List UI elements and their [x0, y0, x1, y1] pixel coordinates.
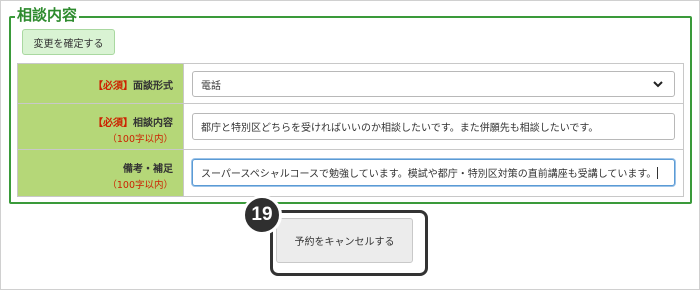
field-label: 備考・補足: [123, 164, 173, 175]
step-number-badge: 19: [242, 195, 282, 235]
form-row-consultation-content: 【必須】相談内容 （100字以内） 都庁と特別区どちらを受ければいいのか相談した…: [18, 103, 683, 149]
select-value: 電話: [201, 80, 221, 92]
text-caret: [657, 166, 659, 179]
field-sublabel: （100字以内）: [107, 134, 173, 145]
required-tag: 【必須】: [93, 81, 133, 92]
value-cell: スーパースペシャルコースで勉強しています。模試や都庁・特別区対策の直前講座も受講…: [184, 150, 683, 196]
interview-format-select[interactable]: 電話: [192, 71, 675, 97]
page-frame: 相談内容 変更を確定する 【必須】面談形式 電話 【必須】相談内容 （100字以…: [0, 0, 700, 290]
field-label: 相談内容: [133, 118, 173, 129]
form-row-interview-format: 【必須】面談形式 電話: [18, 64, 683, 103]
input-value: 都庁と特別区どちらを受ければいいのか相談したいです。また併願先も相談したいです。: [201, 123, 599, 134]
form-table: 【必須】面談形式 電話 【必須】相談内容 （100字以内） 都庁と特別区どちらを…: [17, 63, 684, 197]
label-cell: 備考・補足 （100字以内）: [18, 150, 184, 196]
cancel-reservation-button[interactable]: 予約をキャンセルする: [276, 218, 413, 263]
remarks-input[interactable]: スーパースペシャルコースで勉強しています。模試や都庁・特別区対策の直前講座も受講…: [192, 159, 675, 186]
input-value: スーパースペシャルコースで勉強しています。模試や都庁・特別区対策の直前講座も受講…: [201, 169, 657, 180]
form-row-remarks: 備考・補足 （100字以内） スーパースペシャルコースで勉強しています。模試や都…: [18, 149, 683, 196]
value-cell: 電話: [184, 64, 683, 103]
section-legend: 相談内容: [15, 6, 80, 24]
field-sublabel: （100字以内）: [107, 180, 173, 191]
value-cell: 都庁と特別区どちらを受ければいいのか相談したいです。また併願先も相談したいです。: [184, 104, 683, 149]
chevron-down-icon: [653, 81, 663, 88]
consultation-content-input[interactable]: 都庁と特別区どちらを受ければいいのか相談したいです。また併願先も相談したいです。: [192, 113, 675, 140]
confirm-changes-button[interactable]: 変更を確定する: [22, 29, 115, 55]
label-cell: 【必須】相談内容 （100字以内）: [18, 104, 184, 149]
label-cell: 【必須】面談形式: [18, 64, 184, 103]
required-tag: 【必須】: [93, 118, 133, 129]
field-label: 面談形式: [133, 81, 173, 92]
